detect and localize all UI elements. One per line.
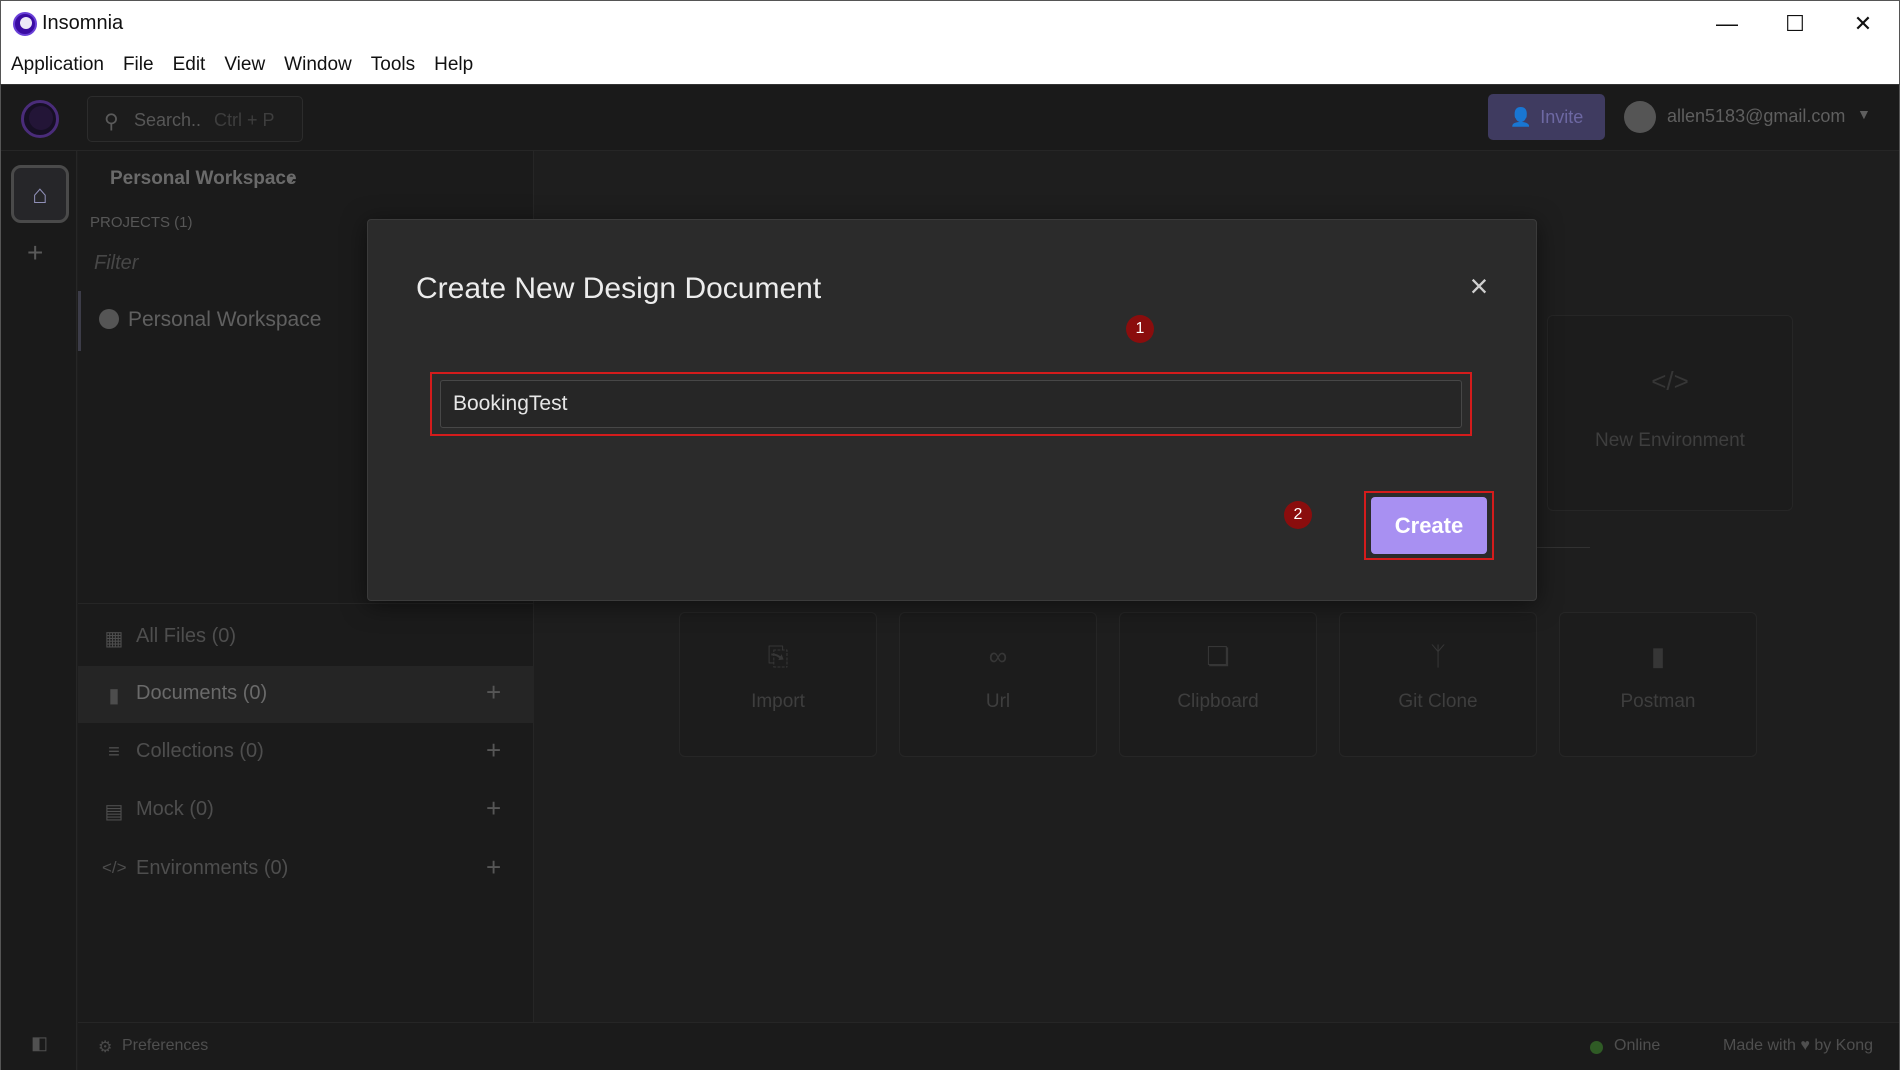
document-name-input[interactable]	[440, 380, 1462, 428]
close-icon[interactable]: ×	[1463, 270, 1495, 302]
document-icon: ▮	[108, 685, 120, 707]
search-placeholder: Search..	[134, 110, 202, 130]
add-user-icon: 👤	[1509, 106, 1533, 127]
filter-input[interactable]: Filter	[94, 252, 138, 275]
top-header: ⚲ Search.. Ctrl + P 👤 Invite allen5183@g…	[1, 85, 1899, 151]
globe-icon	[99, 309, 119, 329]
close-icon[interactable]: ✕	[1829, 5, 1897, 43]
toggle-sidebar-icon[interactable]: ◧	[31, 1033, 48, 1054]
online-status: Online	[1614, 1037, 1661, 1054]
project-name: Personal Workspace	[128, 308, 322, 331]
tile-label: Import	[751, 691, 805, 712]
workspace-title[interactable]: Personal Workspace	[110, 168, 297, 190]
add-project-icon[interactable]: +	[27, 237, 43, 269]
nav-label: All Files (0)	[136, 625, 237, 647]
link-icon: ∞	[988, 641, 1008, 671]
nav-label: Mock (0)	[136, 798, 214, 820]
nav-environments[interactable]: </> Environments (0) +	[78, 841, 534, 898]
menu-file[interactable]: File	[123, 54, 154, 76]
menu-application[interactable]: Application	[11, 54, 104, 76]
add-document-icon[interactable]: +	[486, 677, 501, 708]
add-mock-icon[interactable]: +	[486, 793, 501, 824]
avatar[interactable]	[1624, 101, 1656, 133]
home-icon[interactable]: ⌂	[11, 165, 69, 223]
invite-label: Invite	[1540, 106, 1584, 127]
create-button[interactable]: Create	[1371, 497, 1487, 554]
import-tile[interactable]: ⎘ Import	[679, 612, 877, 757]
step-badge-2: 2	[1284, 501, 1312, 529]
menu-bar: Application File Edit View Window Tools …	[0, 45, 1900, 85]
insomnia-app-icon	[13, 12, 37, 36]
create-design-document-modal: Create New Design Document × 1 2 Create	[367, 219, 1537, 601]
nav-mock[interactable]: ▤ Mock (0) +	[78, 782, 534, 839]
search-input[interactable]: ⚲ Search.. Ctrl + P	[87, 96, 303, 142]
tile-label: Clipboard	[1177, 691, 1259, 712]
window-title-bar: Insomnia — ☐ ✕	[0, 0, 1900, 45]
search-shortcut: Ctrl + P	[214, 110, 275, 130]
divider	[78, 603, 534, 604]
app-body: ⚲ Search.. Ctrl + P 👤 Invite allen5183@g…	[0, 85, 1900, 1070]
modal-title: Create New Design Document	[416, 272, 822, 305]
add-collection-icon[interactable]: +	[486, 735, 501, 766]
window-title: Insomnia	[42, 12, 124, 34]
nav-documents[interactable]: ▮ Documents (0) +	[78, 666, 534, 723]
nav-collections[interactable]: ≡ Collections (0) +	[78, 724, 534, 781]
server-icon: ▤	[104, 801, 124, 823]
projects-label: PROJECTS (1)	[90, 214, 193, 231]
menu-tools[interactable]: Tools	[371, 54, 415, 76]
git-clone-tile[interactable]: ᛉ Git Clone	[1339, 612, 1537, 757]
menu-window[interactable]: Window	[284, 54, 352, 76]
search-icon: ⚲	[104, 111, 119, 133]
tile-label: New Environment	[1595, 430, 1745, 451]
minimize-icon[interactable]: —	[1693, 5, 1761, 43]
file-icon: ▮	[1650, 641, 1666, 671]
grid-icon: ▦	[104, 628, 124, 650]
list-icon: ≡	[108, 741, 120, 763]
import-icon: ⎘	[767, 641, 789, 671]
nav-label: Environments (0)	[136, 857, 289, 879]
code-icon: </>	[1651, 366, 1689, 396]
code-icon: </>	[102, 858, 127, 877]
new-environment-tile[interactable]: </> New Environment	[1547, 315, 1793, 511]
user-email[interactable]: allen5183@gmail.com	[1667, 106, 1845, 127]
tile-label: Url	[985, 691, 1011, 712]
step-badge-1: 1	[1126, 315, 1154, 343]
status-bar: ⚙ Preferences Online Made with ♥ by Kong	[78, 1022, 1899, 1070]
postman-tile[interactable]: ▮ Postman	[1559, 612, 1757, 757]
online-status-icon	[1590, 1041, 1603, 1054]
menu-view[interactable]: View	[224, 54, 265, 76]
insomnia-logo-icon[interactable]	[21, 100, 59, 138]
git-branch-icon: ᛉ	[1430, 641, 1446, 671]
nav-label: Documents (0)	[136, 682, 268, 704]
chevron-down-icon[interactable]: ▼	[1857, 106, 1871, 122]
chevron-down-icon[interactable]: ▼	[284, 172, 297, 187]
nav-label: Collections (0)	[136, 740, 264, 762]
menu-help[interactable]: Help	[434, 54, 473, 76]
invite-button[interactable]: 👤 Invite	[1488, 94, 1605, 140]
url-tile[interactable]: ∞ Url	[899, 612, 1097, 757]
clipboard-tile[interactable]: ❏ Clipboard	[1119, 612, 1317, 757]
clipboard-icon: ❏	[1206, 641, 1230, 671]
tile-label: Git Clone	[1398, 691, 1478, 712]
menu-edit[interactable]: Edit	[173, 54, 206, 76]
left-rail: ⌂ + ◧	[1, 151, 77, 1070]
preferences-link[interactable]: Preferences	[122, 1037, 208, 1055]
nav-all-files[interactable]: ▦ All Files (0)	[78, 609, 534, 666]
gear-icon[interactable]: ⚙	[98, 1037, 112, 1057]
add-environment-icon[interactable]: +	[486, 852, 501, 883]
maximize-icon[interactable]: ☐	[1761, 5, 1829, 43]
made-with-kong[interactable]: Made with ♥ by Kong	[1723, 1037, 1873, 1055]
tile-label: Postman	[1620, 691, 1696, 712]
